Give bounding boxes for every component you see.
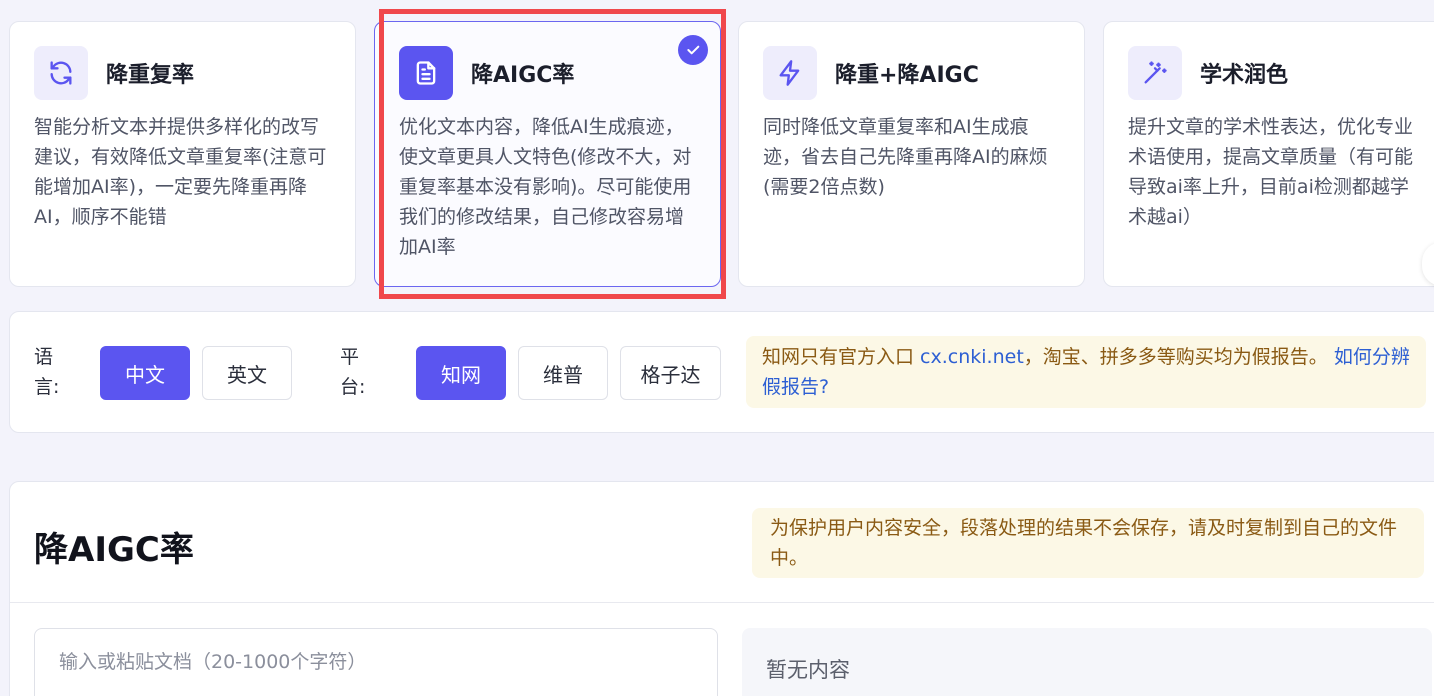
mode-card-desc: 同时降低文章重复率和AI生成痕迹，省去自己先降重再降AI的麻烦(需要2倍点数) bbox=[763, 116, 1048, 198]
refresh-icon bbox=[34, 46, 88, 100]
privacy-notice: 为保护用户内容安全，段落处理的结果不会保存，请及时复制到自己的文件中。 bbox=[752, 508, 1424, 578]
platform-label: 平台: bbox=[340, 346, 366, 398]
options-bar: 语言: 中文 英文 平台: 知网 维普 格子达 知网只有官方入口 cx.cnki… bbox=[9, 311, 1434, 433]
document-input[interactable] bbox=[34, 628, 718, 696]
platform-option-vip[interactable]: 维普 bbox=[518, 346, 608, 400]
mode-card-desc: 优化文本内容，降低AI生成痕迹，使文章更具人文特色(修改不大，对重复率基本没有影… bbox=[399, 116, 692, 258]
notice-site: cx.cnki.net bbox=[920, 346, 1024, 368]
language-label: 语言: bbox=[34, 346, 60, 398]
mode-card-academic-polish[interactable]: 学术润色 提升文章的学术性表达，优化专业术语使用，提高文章质量（有可能导致ai率… bbox=[1103, 21, 1434, 287]
lightning-icon bbox=[763, 46, 817, 100]
panel-divider bbox=[10, 602, 1434, 603]
mode-card-title: 降AIGC率 bbox=[471, 63, 575, 88]
fake-report-notice: 知网只有官方入口 cx.cnki.net，淘宝、拼多多等购买均为假报告。 如何分… bbox=[746, 336, 1426, 408]
result-output: 暂无内容 bbox=[742, 628, 1432, 696]
mode-card-reduce-aigc[interactable]: 降AIGC率 优化文本内容，降低AI生成痕迹，使文章更具人文特色(修改不大，对重… bbox=[374, 21, 721, 287]
page-title: 降AIGC率 bbox=[34, 530, 194, 570]
mode-card-dedup-and-aigc[interactable]: 降重+降AIGC 同时降低文章重复率和AI生成痕迹，省去自己先降重再降AI的麻烦… bbox=[738, 21, 1085, 287]
notice-rest: ，淘宝、拼多多等购买均为假报告。 bbox=[1023, 346, 1334, 368]
platform-option-cnki[interactable]: 知网 bbox=[416, 346, 506, 400]
mode-card-title: 降重+降AIGC bbox=[835, 63, 979, 88]
mode-card-title: 降重复率 bbox=[106, 63, 195, 88]
document-icon bbox=[399, 46, 453, 100]
platform-option-gezida[interactable]: 格子达 bbox=[620, 346, 721, 400]
mode-card-dedup[interactable]: 降重复率 智能分析文本并提供多样化的改写建议，有效降低文章重复率(注意可能增加A… bbox=[9, 21, 356, 287]
notice-text: 知网只有官方入口 bbox=[762, 346, 921, 368]
mode-card-desc: 智能分析文本并提供多样化的改写建议，有效降低文章重复率(注意可能增加AI率)，一… bbox=[34, 116, 327, 228]
mode-card-desc: 提升文章的学术性表达，优化专业术语使用，提高文章质量（有可能导致ai率上升，目前… bbox=[1128, 116, 1414, 228]
mode-card-title: 学术润色 bbox=[1200, 63, 1289, 88]
magic-wand-icon bbox=[1128, 46, 1182, 100]
language-option-english[interactable]: 英文 bbox=[202, 346, 292, 400]
check-icon bbox=[678, 35, 708, 65]
main-panel: 降AIGC率 为保护用户内容安全，段落处理的结果不会保存，请及时复制到自己的文件… bbox=[9, 481, 1434, 696]
language-option-chinese[interactable]: 中文 bbox=[100, 346, 190, 400]
